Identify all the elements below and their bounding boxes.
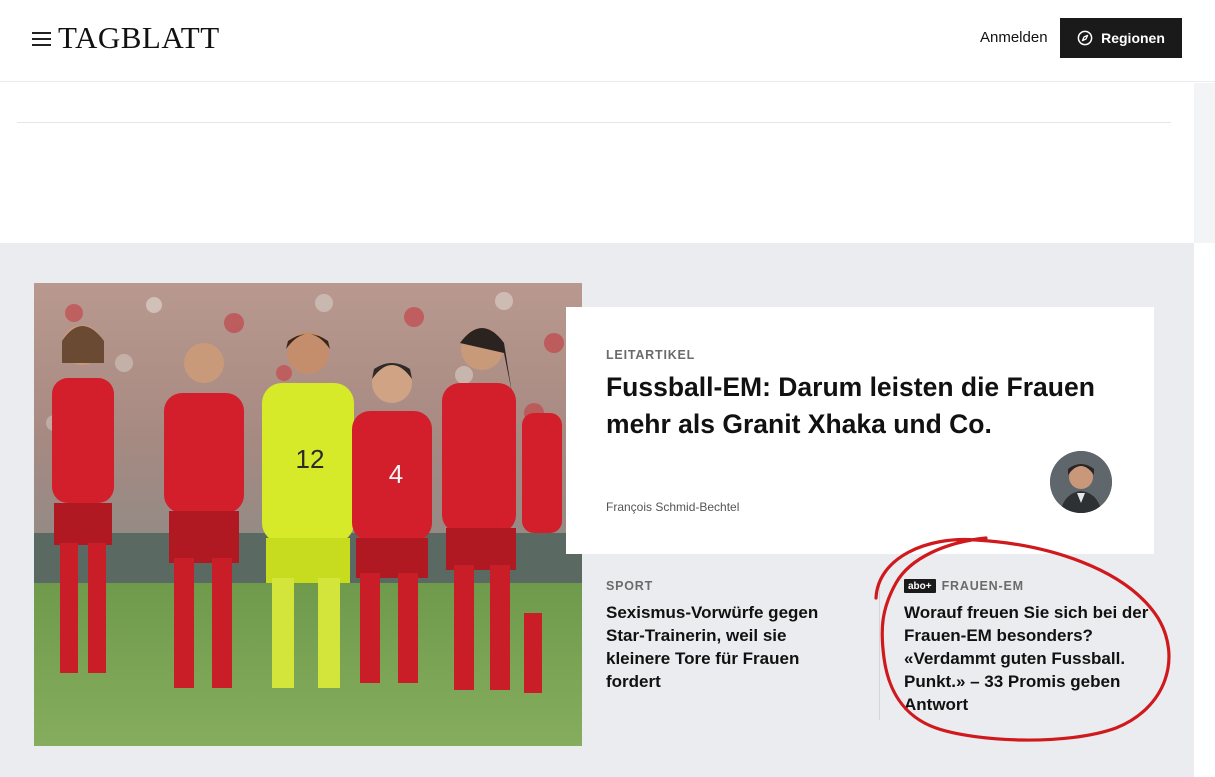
player-number: 4: [389, 459, 403, 489]
teaser-sport[interactable]: SPORT Sexismus-Vorwürfe gegen Star-Train…: [606, 577, 851, 693]
author-avatar: [1050, 451, 1112, 513]
right-strip: [1194, 243, 1215, 777]
regions-button[interactable]: Regionen: [1060, 18, 1182, 58]
lead-kicker: LEITARTIKEL: [606, 348, 696, 362]
teaser-separator: [879, 578, 880, 720]
teaser-frauen-em[interactable]: abo+ FRAUEN-EM Worauf freuen Sie sich be…: [904, 577, 1164, 716]
site-header: TAGBLATT Anmelden Regionen: [0, 0, 1215, 82]
site-logo[interactable]: TAGBLATT: [58, 20, 220, 56]
teaser-kicker: FRAUEN-EM: [941, 579, 1024, 593]
teaser-kicker: SPORT: [606, 579, 654, 593]
author-name: François Schmid-Bechtel: [606, 500, 740, 514]
login-link[interactable]: Anmelden: [980, 29, 1048, 47]
teaser-headline[interactable]: Worauf freuen Sie sich bei der Frauen-EM…: [904, 601, 1164, 716]
teaser-kicker-row: abo+ FRAUEN-EM: [904, 577, 1164, 595]
lead-article-card[interactable]: LEITARTIKEL Fussball-EM: Darum leisten d…: [566, 307, 1154, 554]
compass-icon: [1077, 30, 1093, 46]
abo-plus-badge: abo+: [904, 579, 936, 593]
scroll-gutter: [1194, 83, 1215, 243]
content-divider: [17, 122, 1171, 123]
hamburger-menu-icon[interactable]: [32, 30, 52, 46]
lead-headline[interactable]: Fussball-EM: Darum leisten die Frauen me…: [606, 369, 1126, 443]
hero-image-team-huddle[interactable]: 12 4: [34, 283, 582, 746]
keeper-number: 12: [296, 444, 325, 474]
teaser-headline[interactable]: Sexismus-Vorwürfe gegen Star-Trainerin, …: [606, 601, 851, 693]
regions-label: Regionen: [1101, 30, 1165, 46]
